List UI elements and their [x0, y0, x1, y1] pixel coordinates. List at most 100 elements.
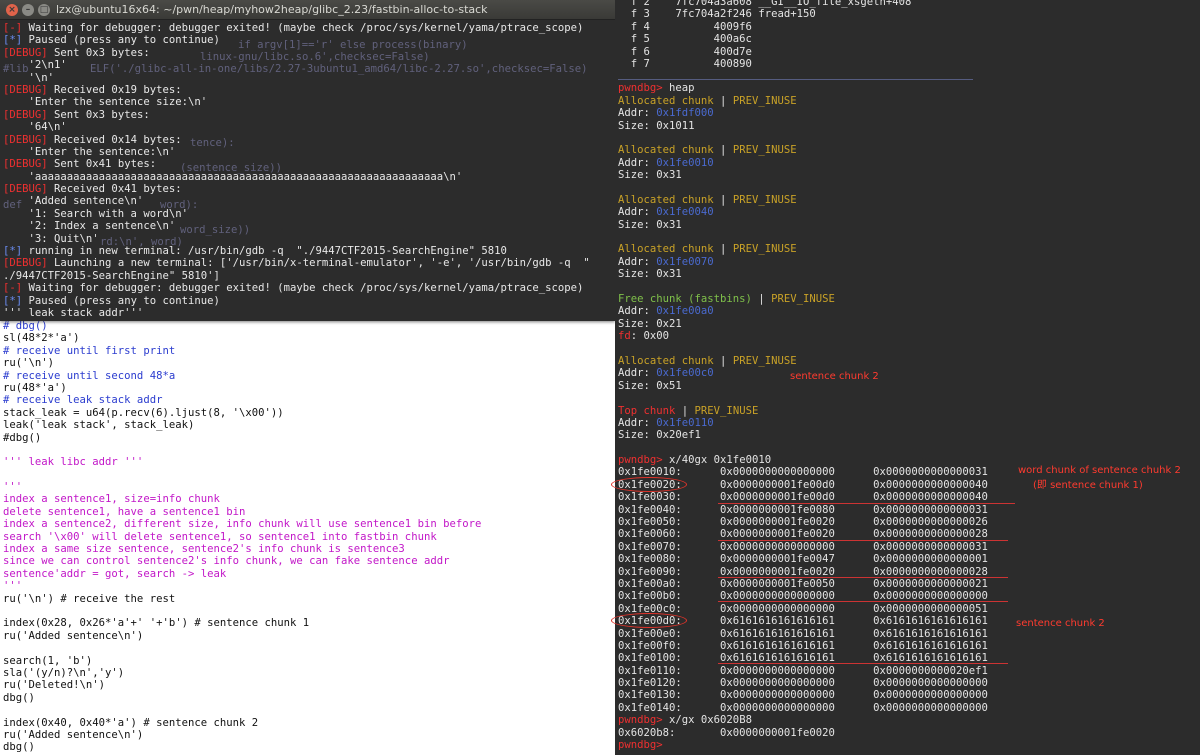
- right-terminal-pwndbg[interactable]: f 2 7fc704a3a608 __GI__IO_file_xsgetn+40…: [615, 0, 1200, 755]
- pwndbg-text: 0x1fe00a0: [656, 305, 714, 318]
- pwndbg-line: 0x1fe0070: 0x0000000000000000 0x00000000…: [618, 541, 1198, 553]
- editor-line: ru('Added sentence\n'): [3, 629, 144, 642]
- pwndbg-line: Addr: 0x1fe00c0: [618, 367, 1198, 379]
- pwndbg-text: : 0x00: [630, 330, 670, 343]
- pwndbg-line: Addr: 0x1fdf000: [618, 107, 1198, 119]
- pwndbg-text: 0x1fe0040: 0x0000000001fe0080 0x00000000…: [618, 503, 988, 516]
- separator: [618, 70, 973, 81]
- pwndbg-line: 0x1fe0040: 0x0000000001fe0080 0x00000000…: [618, 504, 1198, 516]
- terminal-line: 'Added sentence\n': [3, 195, 613, 207]
- pwndbg-text: Addr:: [618, 255, 657, 268]
- terminal-line: 'Enter the sentence size:\n': [3, 96, 613, 108]
- pwndbg-line: Size: 0x21: [618, 318, 1198, 330]
- pwndbg-line: Addr: 0x1fe0010: [618, 157, 1198, 169]
- pwndbg-text: PREV_INUSE: [732, 193, 797, 206]
- pwndbg-text: 0x1fe0090: 0x0000000001fe0020 0x00000000…: [618, 565, 988, 578]
- window-titlebar[interactable]: × – □ lzx@ubuntu16x64: ~/pwn/heap/myhow2…: [0, 0, 615, 20]
- highlight-circle-0x1fe00d0: [611, 613, 687, 628]
- pwndbg-text: |: [675, 404, 695, 417]
- annotation-sentence-chunk-2-mem: sentence chunk 2: [1016, 618, 1105, 629]
- pwndbg-text: Size: 0x31: [618, 218, 682, 231]
- log-text: '3: Quit\n': [3, 232, 99, 245]
- pwndbg-text: 0x1fe0010: [656, 156, 714, 169]
- pwndbg-text: pwndbg>: [618, 739, 670, 752]
- log-text: ''' leak stack addr''': [3, 306, 144, 319]
- log-text: '64\n': [3, 121, 67, 134]
- pwndbg-line: 0x1fe00c0: 0x0000000000000000 0x00000000…: [618, 603, 1198, 615]
- close-icon[interactable]: ×: [6, 4, 18, 16]
- pwndbg-text: 0x1fe00c0: 0x0000000000000000 0x00000000…: [618, 602, 988, 615]
- pwndbg-text: 0x1fe0140: 0x0000000000000000 0x00000000…: [618, 701, 988, 714]
- log-text: 'Added sentence\n': [3, 195, 144, 208]
- pwndbg-line: 0x1fe0060: 0x0000000001fe0020 0x00000000…: [618, 528, 1198, 540]
- terminal-line: [DEBUG] Received 0x14 bytes:: [3, 134, 613, 146]
- terminal-line: '64\n': [3, 121, 613, 133]
- pwndbg-text: |: [713, 354, 733, 367]
- pwndbg-line: Allocated chunk | PREV_INUSE: [618, 95, 1198, 107]
- editor-line: search(1, 'b'): [3, 654, 93, 667]
- terminal-line: '1: Search with a word\n': [3, 208, 613, 220]
- minimize-icon[interactable]: –: [22, 4, 34, 16]
- annotation-word-chunk-note: (即 sentence chunk 1): [1033, 480, 1143, 491]
- pwndbg-line: Addr: 0x1fe00a0: [618, 305, 1198, 317]
- pwndbg-text: f 4 4009f6: [618, 20, 752, 33]
- log-text: ./9447CTF2015-SearchEngine" 5810']: [3, 269, 220, 282]
- pwndbg-text: f 3 7fc704a2f246 fread+150: [618, 8, 816, 21]
- pwndbg-text: Allocated chunk: [618, 193, 714, 206]
- editor-line: dbg(): [3, 741, 35, 754]
- underline-row-0x1fe0060: [718, 540, 1008, 541]
- pwndbg-line: Top chunk | PREV_INUSE: [618, 405, 1198, 417]
- editor-line: # dbg(): [3, 320, 48, 332]
- pwndbg-line: [618, 343, 1198, 355]
- pwndbg-line: f 6 400d7e: [618, 46, 1198, 58]
- pwndbg-line: Size: 0x1011: [618, 120, 1198, 132]
- log-tag: [DEBUG]: [3, 108, 48, 121]
- pwndbg-line: f 5 400a6c: [618, 33, 1198, 45]
- editor-line: ru('Deleted!\n'): [3, 679, 106, 692]
- log-tag: [DEBUG]: [3, 46, 48, 59]
- left-terminal-output: [-] Waiting for debugger: debugger exite…: [3, 22, 613, 319]
- pwndbg-text: 0x1fe0080: 0x0000000001fe0047 0x00000000…: [618, 553, 988, 566]
- log-text: Sent 0x3 bytes:: [47, 46, 150, 59]
- left-terminal-window[interactable]: × – □ lzx@ubuntu16x64: ~/pwn/heap/myhow2…: [0, 0, 615, 321]
- pwndbg-text: Size: 0x31: [618, 268, 682, 281]
- pwndbg-line: f 3 7fc704a2f246 fread+150: [618, 8, 1198, 20]
- pwndbg-line: Allocated chunk | PREV_INUSE: [618, 355, 1198, 367]
- pwndbg-text: f 5 400a6c: [618, 33, 752, 46]
- terminal-line: '3: Quit\n': [3, 233, 613, 245]
- editor-line: index(0x28, 0x26*'a'+' '+'b') # sentence…: [3, 617, 310, 630]
- pwndbg-line: Allocated chunk | PREV_INUSE: [618, 243, 1198, 255]
- annotation-word-chunk: word chunk of sentence chuhk 2: [1018, 465, 1181, 476]
- pwndbg-text: PREV_INUSE: [732, 144, 797, 157]
- editor-line: ru('\n'): [3, 357, 55, 370]
- terminal-line: [-] Waiting for debugger: debugger exite…: [3, 282, 613, 294]
- terminal-line: [DEBUG] Sent 0x3 bytes:: [3, 47, 613, 59]
- pwndbg-text: |: [751, 292, 772, 305]
- pwndbg-text: Size: 0x1011: [618, 119, 695, 132]
- pwndbg-text: |: [713, 144, 733, 157]
- pwndbg-line: [618, 392, 1198, 404]
- log-text: Sent 0x3 bytes:: [47, 108, 150, 121]
- editor-line: ''' leak libc addr ''': [3, 456, 144, 469]
- maximize-icon[interactable]: □: [38, 4, 50, 16]
- pwndbg-line: 0x6020b8: 0x0000000001fe0020: [618, 727, 1198, 739]
- terminal-line: '\n': [3, 72, 613, 84]
- pwndbg-line: Addr: 0x1fe0110: [618, 417, 1198, 429]
- pwndbg-text: 0x1fe00e0: 0x6161616161616161 0x61616161…: [618, 627, 988, 640]
- editor-line: since we can control sentence2's info ch…: [3, 555, 450, 568]
- log-tag: [-]: [3, 22, 23, 34]
- editor-line: # receive until first print: [3, 344, 176, 357]
- pwndbg-text: fd: [618, 330, 631, 343]
- editor-line: #dbg(): [3, 431, 42, 444]
- pwndbg-text: 0x1fe0050: 0x0000000001fe0020 0x00000000…: [618, 516, 988, 529]
- pwndbg-line: pwndbg> x/gx 0x6020B8: [618, 714, 1198, 726]
- pwndbg-line: Free chunk (fastbins) | PREV_INUSE: [618, 293, 1198, 305]
- terminal-line: 'aaaaaaaaaaaaaaaaaaaaaaaaaaaaaaaaaaaaaaa…: [3, 171, 613, 183]
- pwndbg-text: Addr:: [618, 156, 657, 169]
- pwndbg-line: fd: 0x00: [618, 330, 1198, 342]
- pwndbg-text: Allocated chunk: [618, 144, 714, 157]
- pwndbg-text: 0x1fdf000: [656, 107, 714, 120]
- pwndbg-line: [618, 442, 1198, 454]
